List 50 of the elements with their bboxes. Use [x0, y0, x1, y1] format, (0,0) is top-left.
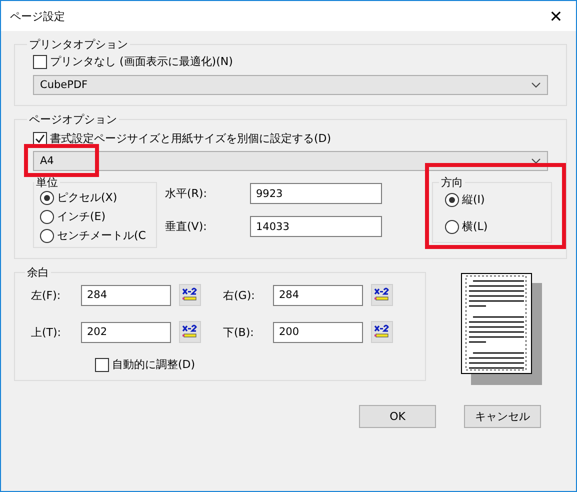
- paper-size-dropdown[interactable]: A4: [33, 151, 548, 171]
- radio-label: 横(L): [462, 219, 488, 234]
- field-label: 上(T):: [31, 324, 62, 340]
- input-field[interactable]: 9923: [250, 183, 382, 204]
- group-title: 方向: [440, 175, 464, 190]
- radio-button[interactable]: [40, 210, 54, 224]
- checkbox[interactable]: [95, 358, 109, 372]
- radio-button[interactable]: [40, 228, 54, 242]
- input-field[interactable]: 14033: [250, 216, 382, 237]
- radio-label: センチメートル(C: [57, 228, 146, 243]
- printer-dropdown[interactable]: CubePDF: [33, 75, 548, 95]
- close-button[interactable]: ✕: [536, 1, 576, 31]
- radio-button[interactable]: [445, 220, 459, 234]
- field-label: 垂直(V):: [165, 219, 208, 234]
- calculator-button[interactable]: [371, 284, 393, 306]
- field-label: 右(G):: [222, 288, 256, 302]
- window-title: ページ設定: [10, 8, 65, 24]
- group-title: ページオプション: [28, 112, 118, 127]
- radio-button[interactable]: [40, 190, 54, 204]
- calculator-button[interactable]: [179, 284, 201, 306]
- pencil-formula-icon: [182, 324, 198, 340]
- dropdown-caret-icon: [531, 82, 541, 88]
- pencil-formula-icon: [182, 287, 198, 303]
- checkbox[interactable]: [33, 54, 47, 68]
- field-label: 下(B):: [222, 324, 255, 340]
- checkbox-label: プリンタなし (画面表示に最適化)(N): [50, 54, 233, 69]
- radio-label: ピクセル(X): [57, 190, 118, 205]
- checkbox[interactable]: [33, 132, 47, 146]
- dialog-button[interactable]: OK: [359, 405, 436, 428]
- field-label: 左(F):: [31, 288, 62, 302]
- radio-button[interactable]: [445, 192, 459, 206]
- field-label: 水平(R):: [165, 186, 208, 201]
- calculator-button[interactable]: [179, 321, 201, 343]
- group-title: 単位: [35, 175, 59, 190]
- input-field[interactable]: 284: [273, 284, 363, 306]
- pencil-formula-icon: [374, 287, 390, 303]
- pencil-formula-icon: [374, 324, 390, 340]
- dialog-button[interactable]: キャンセル: [464, 405, 541, 428]
- page-preview-icon: [461, 273, 542, 385]
- group-title: プリンタオプション: [28, 37, 129, 52]
- checkbox-label: 自動的に調整(D): [112, 357, 196, 372]
- calculator-button[interactable]: [371, 321, 393, 343]
- input-field[interactable]: 284: [81, 284, 171, 306]
- radio-label: インチ(E): [57, 209, 106, 224]
- input-field[interactable]: 200: [273, 322, 363, 342]
- radio-label: 縦(I): [462, 192, 485, 207]
- checkbox-label: 書式設定ページサイズと用紙サイズを別個に設定する(D): [50, 131, 332, 146]
- input-field[interactable]: 202: [81, 322, 171, 342]
- group-title: 余白: [26, 265, 50, 280]
- dropdown-caret-icon: [531, 158, 541, 164]
